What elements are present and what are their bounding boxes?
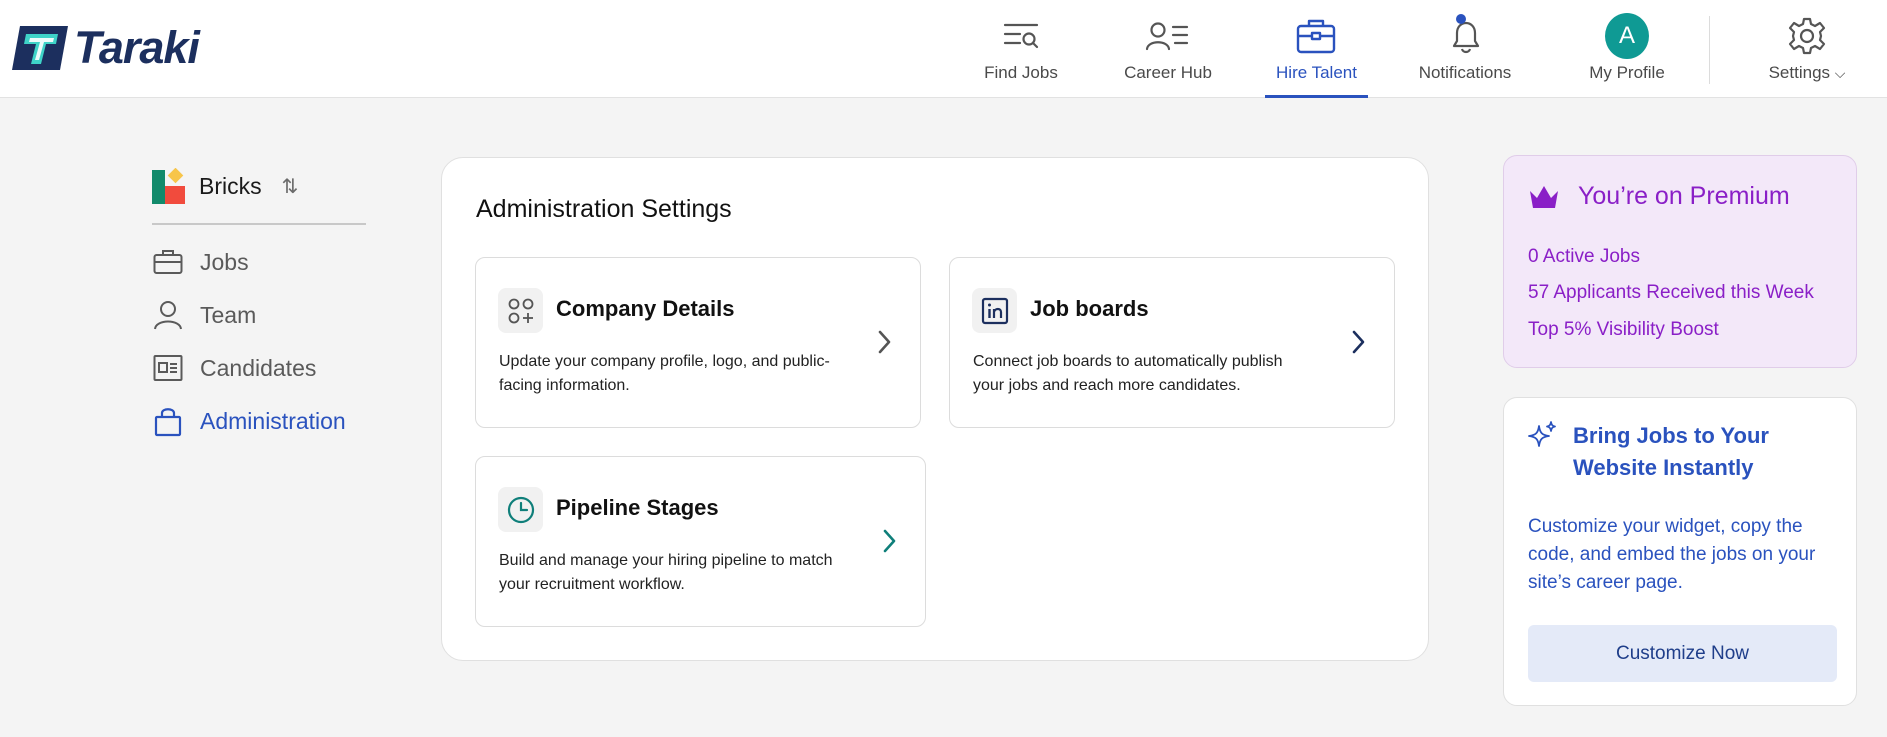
brand-name: Taraki	[74, 22, 200, 73]
company-details-card[interactable]: Company Details Update your company prof…	[475, 257, 921, 428]
jobs-widget-promo-card: Bring Jobs to Your Website Instantly Cus…	[1503, 397, 1857, 706]
notification-dot	[1456, 14, 1466, 24]
org-name: Bricks	[199, 172, 262, 199]
sidebar-item-label: Jobs	[200, 248, 249, 275]
widget-title: Bring Jobs to Your Website Instantly	[1573, 423, 1769, 480]
candidate-card-icon	[152, 352, 184, 384]
briefcase-icon	[152, 246, 184, 278]
nav-find-jobs[interactable]: Find Jobs	[976, 0, 1066, 98]
sidebar-item-administration[interactable]: Administration	[152, 405, 346, 437]
nav-divider	[1709, 16, 1710, 84]
card-description: Update your company profile, logo, and p…	[499, 353, 830, 394]
briefcase-icon	[1294, 14, 1338, 58]
crown-icon	[1530, 185, 1558, 208]
active-tab-indicator	[1265, 95, 1368, 98]
bell-icon	[1444, 14, 1488, 58]
job-boards-card[interactable]: Job boards Connect job boards to automat…	[949, 257, 1395, 428]
sidebar-item-candidates[interactable]: Candidates	[152, 352, 316, 384]
card-description: Build and manage your hiring pipeline to…	[499, 552, 833, 593]
nav-my-profile[interactable]: A My Profile	[1572, 0, 1682, 98]
lock-icon	[152, 405, 184, 437]
sidebar-item-team[interactable]: Team	[152, 299, 256, 331]
top-navigation-bar: Taraki Find Jobs Career Hub Hire Talent …	[0, 0, 1887, 98]
pipeline-stages-card[interactable]: Pipeline Stages Build and manage your hi…	[475, 456, 926, 627]
taraki-logo-mark-icon	[12, 26, 68, 70]
linkedin-icon	[972, 288, 1017, 333]
nav-notifications[interactable]: Notifications	[1413, 0, 1517, 98]
nav-label-career-hub: Career Hub	[1124, 63, 1212, 82]
avatar: A	[1605, 13, 1649, 59]
nav-label-notifications: Notifications	[1418, 63, 1512, 82]
apps-icon	[498, 288, 543, 333]
administration-settings-panel: Administration Settings Company Details …	[441, 157, 1429, 661]
user-icon	[152, 299, 184, 331]
page-title: Administration Settings	[476, 195, 732, 223]
chevron-right-icon	[1352, 330, 1365, 354]
nav-label-settings: Settings ⌵	[1769, 63, 1846, 83]
sidebar-item-label: Administration	[200, 407, 346, 434]
nav-label-hire-talent: Hire Talent	[1276, 63, 1357, 82]
chevron-right-icon	[878, 330, 891, 354]
sidebar-item-label: Team	[200, 301, 257, 328]
premium-title: You’re on Premium	[1578, 182, 1790, 210]
taraki-logo[interactable]: Taraki	[10, 22, 200, 73]
nav-label-my-profile: My Profile	[1589, 63, 1665, 82]
premium-stat-visibility: Top 5% Visibility Boost	[1528, 319, 1719, 340]
card-description: Connect job boards to automatically publ…	[973, 353, 1283, 394]
swap-icon[interactable]: ⇅	[282, 174, 299, 199]
chevron-down-icon: ⌵	[1834, 65, 1846, 81]
card-title: Job boards	[1030, 296, 1149, 321]
widget-description: Customize your widget, copy the code, an…	[1528, 516, 1816, 593]
premium-header: You’re on Premium	[1528, 182, 1790, 211]
nav-career-hub[interactable]: Career Hub	[1120, 0, 1216, 98]
nav-label-settings-text: Settings	[1768, 63, 1831, 82]
premium-status-card: You’re on Premium 0 Active Jobs 57 Appli…	[1503, 155, 1857, 368]
org-logo-icon	[152, 167, 185, 204]
premium-stat-active-jobs: 0 Active Jobs	[1528, 246, 1640, 267]
premium-stat-applicants: 57 Applicants Received this Week	[1528, 282, 1814, 303]
nav-settings[interactable]: Settings ⌵	[1764, 0, 1850, 98]
nav-label-find-jobs: Find Jobs	[984, 63, 1058, 82]
sidebar-divider	[152, 223, 366, 225]
card-title: Company Details	[556, 296, 735, 321]
clock-icon	[498, 487, 543, 532]
nav-hire-talent[interactable]: Hire Talent	[1265, 0, 1368, 98]
sidebar-item-jobs[interactable]: Jobs	[152, 246, 249, 278]
find-jobs-icon	[999, 14, 1043, 58]
customize-now-button[interactable]: Customize Now	[1528, 625, 1837, 682]
chevron-right-icon	[883, 529, 896, 553]
organization-switcher[interactable]: Bricks ⇅	[152, 167, 299, 204]
avatar-initial: A	[1605, 13, 1649, 59]
card-title: Pipeline Stages	[556, 495, 719, 520]
career-hub-icon	[1145, 14, 1189, 58]
sparkle-icon	[1528, 421, 1556, 447]
gear-icon	[1785, 14, 1829, 58]
sidebar-item-label: Candidates	[200, 354, 317, 381]
